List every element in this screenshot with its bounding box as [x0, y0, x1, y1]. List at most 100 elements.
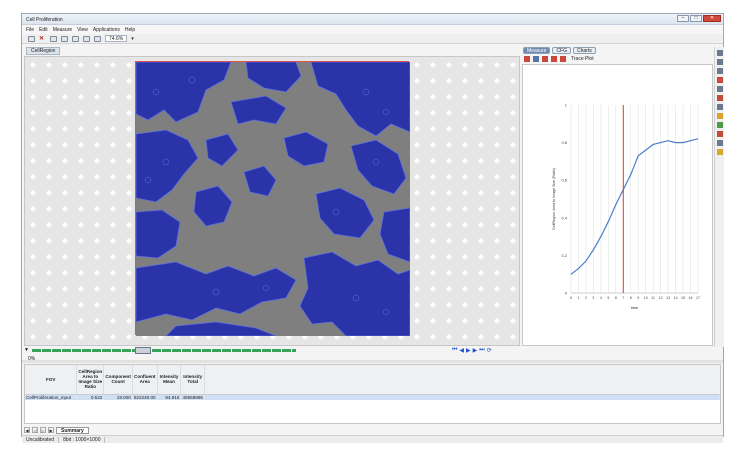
brush-icon[interactable]	[716, 149, 723, 155]
data-point	[600, 236, 602, 238]
col-empty	[204, 365, 720, 395]
palette-icon[interactable]	[716, 131, 723, 137]
region-icon[interactable]	[716, 77, 723, 83]
zoom-in-icon[interactable]	[50, 35, 57, 42]
x-tick-label: 5	[607, 296, 609, 300]
col-area-ratio[interactable]: CellRegion Area to Image Size Ratio	[76, 365, 105, 395]
x-tick-label: 10	[644, 296, 648, 300]
loop-icon[interactable]: ⟳	[487, 347, 492, 354]
cell-intensity-mean[interactable]: 94.916	[157, 394, 182, 400]
trace-plot-icon[interactable]	[560, 56, 566, 62]
x-tick-label: 17	[696, 296, 700, 300]
prev-frame-icon[interactable]: ◀	[459, 347, 464, 354]
delete-icon[interactable]: ✕	[39, 36, 46, 42]
minimize-button[interactable]: –	[677, 15, 689, 22]
timeline-track[interactable]	[32, 349, 296, 352]
data-point	[652, 144, 654, 145]
timeline-handle[interactable]	[134, 347, 151, 354]
sheet-tab-bar: ◀ ◁ ▷ ▶ Summary	[24, 426, 89, 434]
toolbar: ✕ 74.6% ▾	[22, 34, 723, 44]
time-slider[interactable]: ▼ ⏮ ◀ ▶ ▶ ⏭ ⟳	[24, 347, 518, 355]
table-row[interactable]: CellProliferation_input 0.522 19.000 522…	[25, 394, 720, 400]
menu-view[interactable]: View	[77, 27, 88, 33]
pencil-icon[interactable]	[716, 113, 723, 119]
calibration-status[interactable]: Uncalibrated	[26, 436, 60, 443]
series-line	[570, 138, 699, 275]
filter-icon[interactable]	[716, 140, 723, 146]
image-viewer[interactable]	[24, 56, 520, 346]
play-icon[interactable]: ▶	[466, 347, 471, 354]
chart-tool-icon[interactable]	[524, 56, 530, 62]
cell-component-count[interactable]: 19.000	[103, 394, 133, 400]
chart-settings-icon[interactable]	[551, 56, 557, 62]
data-point	[690, 140, 691, 142]
zoom-out-icon[interactable]	[61, 35, 68, 42]
menu-edit[interactable]: Edit	[39, 27, 48, 33]
cell-confluent-area[interactable]: 522240.00	[132, 394, 158, 400]
chart-copy-icon[interactable]	[533, 56, 539, 62]
pointer-icon[interactable]	[716, 50, 723, 56]
chart-export-icon[interactable]	[542, 56, 548, 62]
open-icon[interactable]	[28, 35, 35, 42]
x-tick-label: 6	[615, 296, 617, 300]
tab-charts[interactable]: Charts	[573, 47, 596, 54]
maximize-button[interactable]: □	[690, 15, 702, 22]
fit-icon[interactable]	[72, 35, 79, 42]
x-tick-label: 14	[674, 296, 678, 300]
next-sheet-icon[interactable]: ▷	[40, 427, 46, 433]
x-tick-label: 1	[577, 296, 579, 300]
data-point	[675, 142, 676, 143]
menu-file[interactable]: File	[26, 27, 34, 33]
close-button[interactable]: ✕	[703, 15, 721, 22]
col-confluent-area[interactable]: Confluent Area	[132, 365, 158, 395]
grid-icon[interactable]	[716, 104, 723, 110]
x-tick-label: 4	[600, 296, 602, 300]
next-frame-icon[interactable]: ▶	[473, 347, 478, 354]
cell-fov[interactable]: CellProliferation_input	[25, 394, 78, 400]
flag-icon[interactable]	[716, 122, 723, 128]
tab-summary[interactable]: Summary	[56, 426, 89, 434]
x-tick-label: 0	[570, 296, 572, 300]
col-intensity-mean[interactable]: Intensity Mean	[157, 365, 182, 395]
menu-measure[interactable]: Measure	[53, 27, 72, 33]
table-header-row: FOV CellRegion Area to Image Size Ratio …	[25, 365, 720, 395]
col-intensity-total[interactable]: Intensity Total	[180, 365, 205, 395]
side-toolbar	[714, 47, 724, 347]
zoom-dropdown-icon[interactable]: ▾	[131, 36, 134, 42]
microscopy-image[interactable]	[135, 61, 411, 337]
col-component-count[interactable]: Component Count	[103, 365, 133, 395]
tab-cfg[interactable]: CFG	[552, 47, 572, 54]
measure-icon[interactable]	[716, 68, 723, 74]
tab-measure[interactable]: Measure	[523, 47, 551, 54]
line-chart: 0 1 2 3 4 5 6 7 8 9 10 11 12 13 14 15 16 1700.20.40.60.81…	[552, 103, 700, 311]
menu-applications[interactable]: Applications	[93, 27, 120, 33]
title-bar: Cell Proliferation – □ ✕	[22, 14, 723, 25]
col-fov[interactable]: FOV	[25, 365, 78, 395]
menu-bar: File Edit Measure View Applications Help	[22, 25, 723, 34]
results-table[interactable]: FOV CellRegion Area to Image Size Ratio …	[24, 364, 721, 424]
cell-area-ratio[interactable]: 0.522	[76, 394, 105, 400]
cell-intensity-total[interactable]: 49568996	[180, 394, 205, 400]
x-tick-label: 11	[651, 296, 655, 300]
prev-sheet-icon[interactable]: ◁	[32, 427, 38, 433]
first-sheet-icon[interactable]: ◀	[24, 427, 30, 433]
tab-cellregion[interactable]: CellRegion	[26, 47, 61, 55]
x-tick-label: 13	[666, 296, 670, 300]
first-frame-icon[interactable]: ⏮	[452, 347, 457, 354]
x-tick-label: 2	[585, 296, 587, 300]
menu-help[interactable]: Help	[125, 27, 135, 33]
status-bar: Uncalibrated 8bit : 1000×1000	[22, 435, 723, 443]
pane-splitter[interactable]	[22, 360, 723, 363]
mask-icon[interactable]	[716, 95, 723, 101]
last-sheet-icon[interactable]: ▶	[48, 427, 54, 433]
magnify-icon[interactable]	[716, 59, 723, 65]
timeline-collapse-icon[interactable]: ▼	[24, 347, 29, 353]
x-tick-label: 3	[592, 296, 594, 300]
one-to-one-icon[interactable]	[94, 35, 101, 42]
data-point	[645, 149, 647, 151]
zoom-level-field[interactable]: 74.6%	[105, 35, 128, 42]
layer-icon[interactable]	[716, 86, 723, 92]
last-frame-icon[interactable]: ⏭	[479, 347, 484, 354]
actual-size-icon[interactable]	[83, 35, 90, 42]
window-title: Cell Proliferation	[26, 17, 63, 23]
